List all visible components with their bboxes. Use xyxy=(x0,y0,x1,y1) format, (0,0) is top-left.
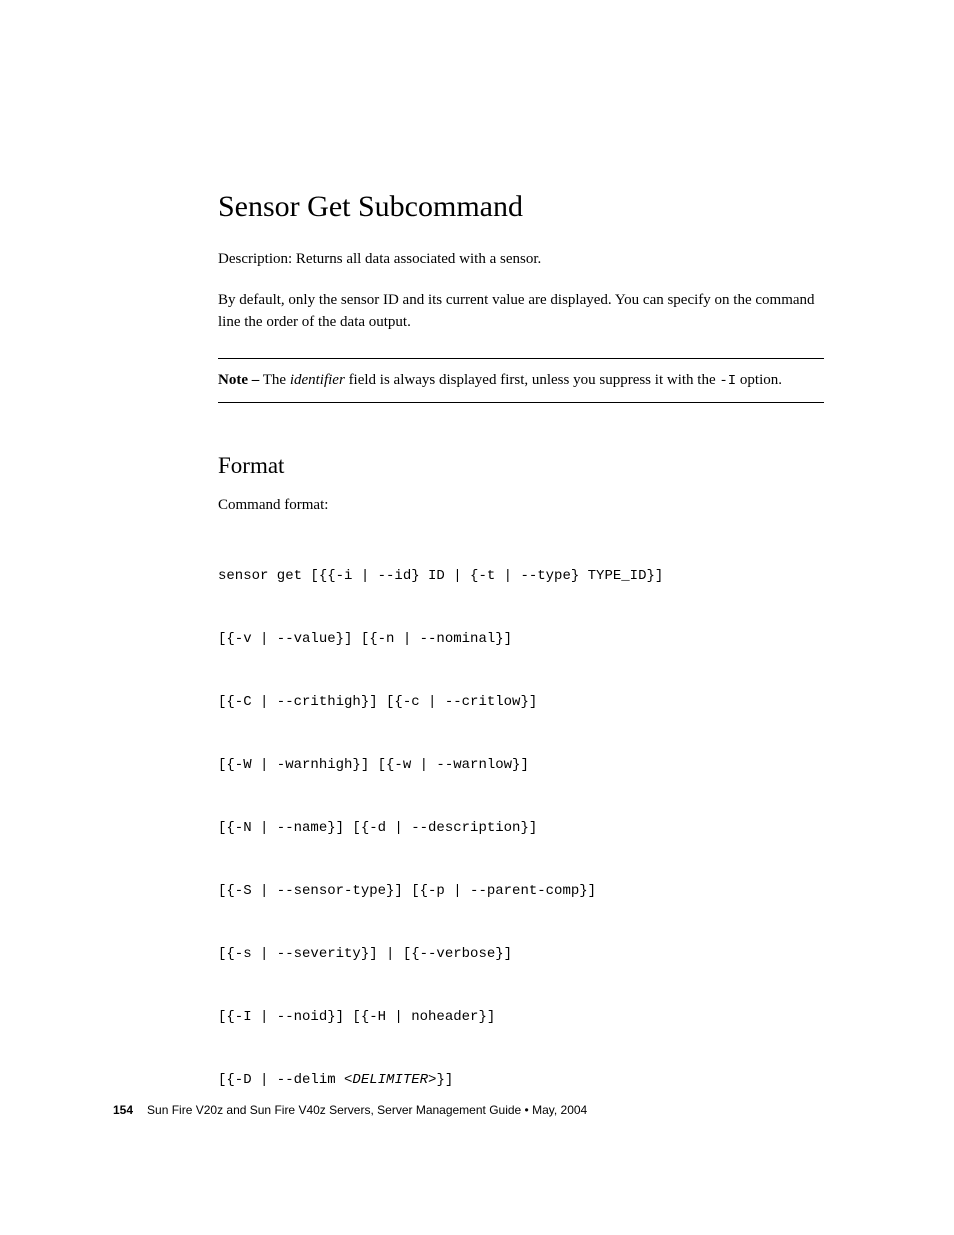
code-line: [{-W | -warnhigh}] [{-w | --warnlow}] xyxy=(218,755,824,776)
code-line: [{-I | --noid}] [{-H | noheader}] xyxy=(218,1007,824,1028)
code-line: [{-S | --sensor-type}] [{-p | --parent-c… xyxy=(218,881,824,902)
code-prefix: [{-D | --delim xyxy=(218,1072,344,1088)
code-line: [{-N | --name}] [{-d | --description}] xyxy=(218,818,824,839)
page-number: 154 xyxy=(113,1103,133,1117)
description-text: Description: Returns all data associated… xyxy=(218,248,824,271)
page-footer: 154 Sun Fire V20z and Sun Fire V40z Serve… xyxy=(113,1103,587,1117)
command-format-label: Command format: xyxy=(218,497,824,514)
note-box: Note – The identifier field is always di… xyxy=(218,358,824,403)
note-text-before: The xyxy=(259,372,290,388)
body-text: By default, only the sensor ID and its c… xyxy=(218,289,824,334)
code-delimiter: <DELIMITER> xyxy=(344,1072,436,1088)
format-heading: Format xyxy=(218,453,824,479)
code-suffix: }] xyxy=(436,1072,453,1088)
note-content: Note – The identifier field is always di… xyxy=(218,369,824,392)
footer-text: Sun Fire V20z and Sun Fire V40z Servers,… xyxy=(147,1103,587,1117)
code-line: [{-s | --severity}] | [{--verbose}] xyxy=(218,944,824,965)
note-label: Note – xyxy=(218,372,259,388)
code-line: [{-v | --value}] [{-n | --nominal}] xyxy=(218,629,824,650)
code-block: sensor get [{{-i | --id} ID | {-t | --ty… xyxy=(218,524,824,1133)
note-text-after: option. xyxy=(736,372,782,388)
page-content: Sensor Get Subcommand Description: Retur… xyxy=(0,0,954,1133)
note-option: -I xyxy=(719,373,736,389)
note-identifier: identifier xyxy=(290,372,345,388)
note-text-middle: field is always displayed first, unless … xyxy=(345,372,720,388)
code-line: sensor get [{{-i | --id} ID | {-t | --ty… xyxy=(218,566,824,587)
code-line: [{-C | --crithigh}] [{-c | --critlow}] xyxy=(218,692,824,713)
main-heading: Sensor Get Subcommand xyxy=(218,190,824,224)
code-line: [{-D | --delim <DELIMITER>}] xyxy=(218,1070,824,1091)
